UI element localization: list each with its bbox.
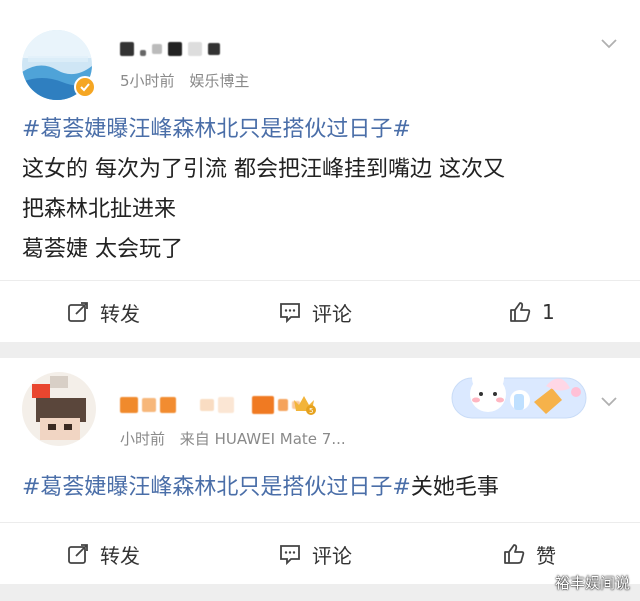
feed-post-1: 5小时前 娱乐博主 #葛荟婕曝汪峰森林北只是搭伙过日子# 这女的 每次为了引流 …	[0, 0, 640, 342]
like-label: 赞	[536, 543, 556, 568]
watermark-text: 裕丰娱间说	[554, 574, 630, 592]
username-blurred[interactable]	[120, 42, 220, 56]
post-text: 关她毛事	[410, 475, 499, 500]
action-bar: 转发 评论 1	[0, 280, 640, 343]
repost-button[interactable]: 转发	[66, 281, 140, 343]
comment-label: 评论	[312, 301, 352, 326]
verified-badge-icon	[74, 76, 96, 98]
avatar[interactable]	[22, 372, 96, 446]
repost-icon	[68, 302, 88, 322]
like-count: 1	[542, 300, 555, 324]
comment-icon	[280, 303, 300, 324]
like-icon	[510, 302, 531, 322]
feed-separator	[0, 584, 640, 601]
post-meta: 小时前 来自 HUAWEI Mate 7...	[120, 428, 356, 449]
post-meta: 5小时前 娱乐博主	[120, 70, 259, 91]
author-tag: 娱乐博主	[189, 72, 250, 90]
comment-button[interactable]: 评论	[278, 523, 352, 585]
repost-button[interactable]: 转发	[66, 523, 140, 585]
comment-icon	[280, 545, 300, 566]
repost-label: 转发	[100, 543, 140, 568]
username-blurred[interactable]	[120, 396, 300, 414]
repost-label: 转发	[100, 301, 140, 326]
post-time: 5小时前	[120, 72, 175, 90]
sticker-card-icon	[448, 364, 590, 428]
post-text-line: 葛荟婕 太会玩了	[22, 237, 183, 262]
post-text-line: 这女的 每次为了引流 都会把汪峰挂到嘴边 这次又	[22, 157, 505, 182]
action-bar: 转发 评论 赞	[0, 522, 640, 585]
crown-badge-icon: 5	[291, 392, 317, 420]
comment-button[interactable]: 评论	[278, 281, 352, 343]
hashtag-link[interactable]: #葛荟婕曝汪峰森林北只是搭伙过日子#	[22, 475, 411, 500]
feed-post-2: 5 小时前 来自 HUAWEI Mate 7... #葛荟婕曝汪峰森林北只是搭伙…	[0, 358, 640, 584]
repost-icon	[68, 544, 88, 564]
chevron-down-icon[interactable]	[600, 392, 618, 410]
feed-separator	[0, 342, 640, 358]
like-icon	[504, 544, 525, 564]
hashtag-link[interactable]: #葛荟婕曝汪峰森林北只是搭伙过日子#	[22, 110, 505, 150]
comment-label: 评论	[312, 543, 352, 568]
post-source: 来自 HUAWEI Mate 7...	[179, 430, 346, 448]
post-time: 小时前	[120, 430, 166, 448]
like-button[interactable]: 1	[508, 281, 555, 343]
svg-text:5: 5	[309, 407, 313, 415]
post-text-line: 把森林北扯进来	[22, 197, 177, 222]
chevron-down-icon[interactable]	[600, 34, 618, 52]
post-content: #葛荟婕曝汪峰森林北只是搭伙过日子# 这女的 每次为了引流 都会把汪峰挂到嘴边 …	[22, 110, 505, 270]
post-content: #葛荟婕曝汪峰森林北只是搭伙过日子#关她毛事	[22, 468, 499, 508]
like-button[interactable]: 赞	[502, 523, 556, 585]
